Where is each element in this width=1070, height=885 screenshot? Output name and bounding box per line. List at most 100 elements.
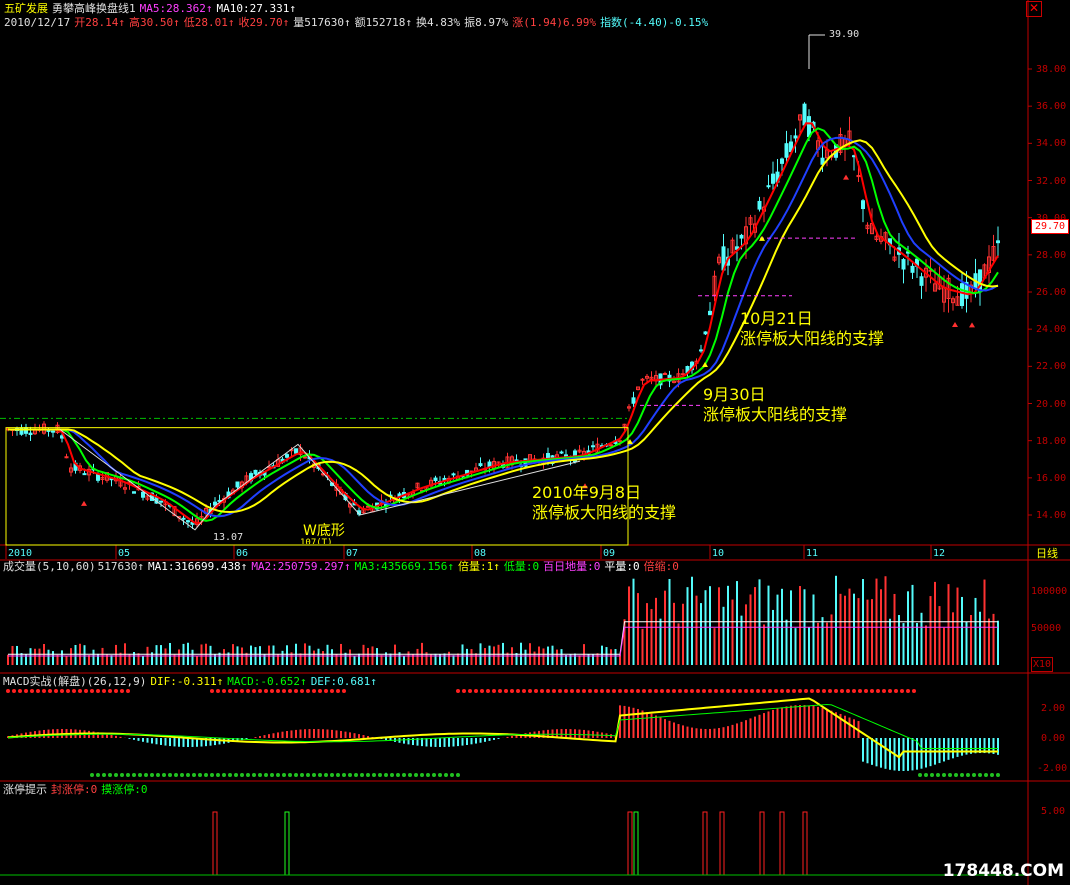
signal-dot (66, 689, 70, 693)
signal-dot (642, 689, 646, 693)
signal-dot (282, 773, 286, 777)
stock-chart[interactable] (0, 0, 1070, 885)
signal-dot (822, 689, 826, 693)
signal-dot (366, 773, 370, 777)
volume-axis-50k: 50000 (1031, 623, 1062, 634)
signal-dot (306, 689, 310, 693)
signal-dot (522, 689, 526, 693)
signal-dot (978, 773, 982, 777)
signal-dot (510, 689, 514, 693)
signal-dot (966, 773, 970, 777)
annotation-sep8: 2010年9月8日 涨停板大阳线的支撑 (532, 483, 676, 523)
quote-high: 高30.50↑ (128, 16, 180, 29)
volume-title[interactable]: 成交量(5,10,60) (3, 560, 96, 573)
candle-body (28, 432, 33, 436)
time-axis-label: 11 (806, 548, 819, 559)
macd-axis-neg2: -2.00 (1037, 763, 1068, 774)
signal-dot (720, 689, 724, 693)
candle-body (960, 283, 964, 307)
signal-dot (972, 773, 976, 777)
signal-dot (264, 689, 268, 693)
limit-title[interactable]: 涨停提示 (3, 783, 47, 796)
signal-dot (54, 689, 58, 693)
signal-dot (90, 689, 94, 693)
signal-dot (180, 773, 184, 777)
time-axis-label: 08 (474, 548, 487, 559)
signal-dot (570, 689, 574, 693)
signal-dot (102, 689, 106, 693)
price-axis-label: 14.00 (1036, 510, 1067, 521)
candle-body (186, 520, 190, 523)
candle-body (64, 456, 69, 459)
signal-dot (252, 689, 256, 693)
signal-dot (924, 773, 928, 777)
signal-dot (558, 689, 562, 693)
price-axis-label: 32.00 (1036, 175, 1067, 187)
signal-dot (600, 689, 604, 693)
signal-dot (900, 689, 904, 693)
candle-body (82, 473, 87, 476)
signal-dot (174, 773, 178, 777)
macd-axis-2: 2.00 (1041, 703, 1066, 714)
signal-dot (228, 773, 232, 777)
volume-hundred-low: 百日地量:0 (543, 560, 601, 573)
signal-dot (186, 773, 190, 777)
signal-dot (942, 773, 946, 777)
candle-body (861, 200, 865, 210)
signal-dot (402, 773, 406, 777)
small-mark-label: 107(T) (300, 538, 333, 544)
signal-dot (138, 773, 142, 777)
signal-dot (216, 689, 220, 693)
signal-dot (852, 689, 856, 693)
quote-volume: 量517630↑ (293, 16, 351, 29)
signal-dot (708, 689, 712, 693)
signal-dot (228, 689, 232, 693)
candle-body (708, 310, 712, 316)
up-arrow (81, 500, 87, 506)
signal-dot (696, 689, 700, 693)
signal-dot (606, 689, 610, 693)
signal-dot (582, 689, 586, 693)
signal-dot (948, 773, 952, 777)
signal-dot (660, 689, 664, 693)
signal-dot (222, 773, 226, 777)
signal-dot (762, 689, 766, 693)
period-label[interactable]: 日线 (1036, 547, 1058, 560)
signal-dot (318, 689, 322, 693)
annotation-sep30-line1: 9月30日 (703, 385, 766, 404)
signal-dot (246, 689, 250, 693)
current-price-tag: 29.70 (1031, 219, 1069, 234)
time-axis-label: 12 (933, 548, 946, 559)
candle-body (366, 505, 370, 508)
signal-dot (474, 689, 478, 693)
time-axis-label: 2010 (8, 548, 33, 559)
indicator-name[interactable]: 勇攀高峰换盘线1 (52, 2, 136, 15)
signal-dot (786, 689, 790, 693)
candle-body (699, 349, 703, 352)
macd-title[interactable]: MACD实战(解盘)(26,12,9) (3, 675, 146, 688)
candle-body (96, 473, 100, 481)
signal-dot (120, 689, 124, 693)
annotation-sep8-line1: 2010年9月8日 (532, 483, 642, 502)
signal-dot (492, 689, 496, 693)
signal-dot (12, 689, 16, 693)
candle-body (703, 331, 708, 335)
signal-dot (312, 689, 316, 693)
stock-name[interactable]: 五矿发展 (4, 2, 48, 15)
candle-body (631, 397, 636, 404)
signal-dot (96, 689, 100, 693)
quote-line: 2010/12/17 开28.14↑ 高30.50↑ 低28.01↑ 收29.70↑ 量5… (4, 16, 712, 29)
candle-body (739, 234, 744, 239)
close-icon[interactable]: ✕ (1026, 1, 1042, 17)
annotation-sep30: 9月30日 涨停板大阳线的支撑 (703, 385, 847, 425)
signal-dot (126, 689, 130, 693)
signal-dot (42, 689, 46, 693)
signal-dot (18, 689, 22, 693)
signal-dot (732, 689, 736, 693)
limit-panel-header: 涨停提示 封涨停:0 摸涨停:0 (3, 783, 152, 796)
ma5-value: MA5:28.362↑ (139, 2, 213, 15)
quote-amplitude: 振8.97% (464, 16, 509, 29)
limit-spike (700, 811, 710, 876)
signal-dot (726, 689, 730, 693)
signal-dot (246, 773, 250, 777)
